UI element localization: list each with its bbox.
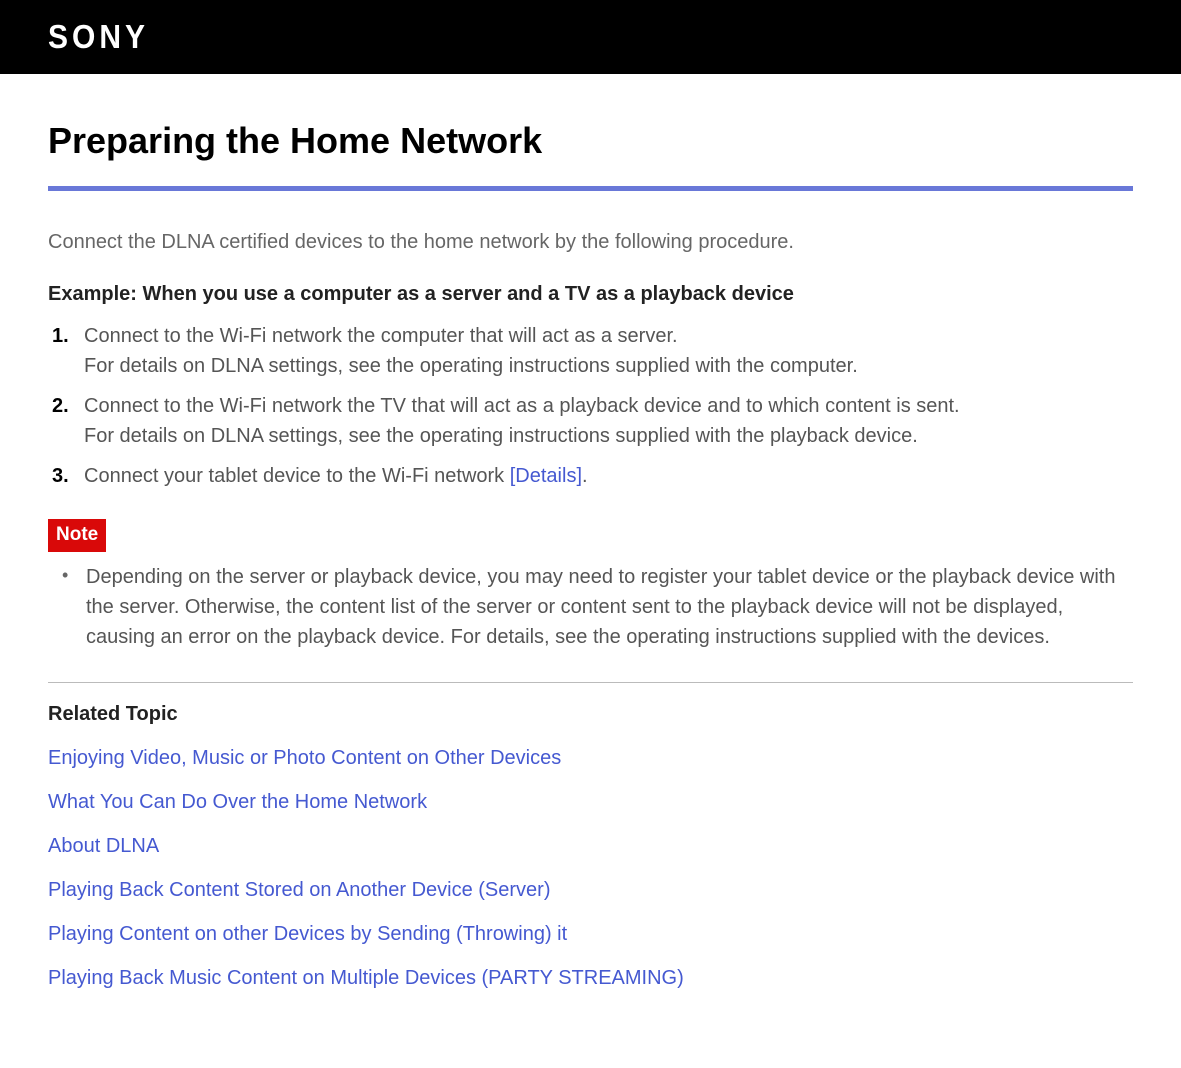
title-rule [48, 186, 1133, 191]
section-rule [48, 682, 1133, 683]
note-badge: Note [48, 519, 106, 552]
note-list: Depending on the server or playback devi… [48, 562, 1133, 652]
step-item: Connect to the Wi-Fi network the compute… [78, 321, 1133, 381]
steps-list: Connect to the Wi-Fi network the compute… [48, 321, 1133, 491]
related-link[interactable]: What You Can Do Over the Home Network [48, 787, 1133, 817]
related-links: Enjoying Video, Music or Photo Content o… [48, 743, 1133, 993]
step-item: Connect to the Wi-Fi network the TV that… [78, 391, 1133, 451]
details-link[interactable]: [Details] [510, 465, 582, 487]
step-text: Connect to the Wi-Fi network the compute… [84, 321, 1133, 351]
intro-text: Connect the DLNA certified devices to th… [48, 227, 1133, 257]
step-text-suffix: . [582, 465, 588, 487]
content-area: Preparing the Home Network Connect the D… [0, 74, 1181, 1067]
note-item: Depending on the server or playback devi… [80, 562, 1133, 652]
example-heading: Example: When you use a computer as a se… [48, 279, 1133, 309]
related-link[interactable]: Playing Back Content Stored on Another D… [48, 875, 1133, 905]
step-text: For details on DLNA settings, see the op… [84, 351, 1133, 381]
related-link[interactable]: Enjoying Video, Music or Photo Content o… [48, 743, 1133, 773]
header-bar: SONY [0, 0, 1181, 74]
related-link[interactable]: Playing Back Music Content on Multiple D… [48, 963, 1133, 993]
related-link[interactable]: About DLNA [48, 831, 1133, 861]
step-text-prefix: Connect your tablet device to the Wi-Fi … [84, 465, 510, 487]
related-topic-heading: Related Topic [48, 699, 1133, 729]
related-link[interactable]: Playing Content on other Devices by Send… [48, 919, 1133, 949]
page-title: Preparing the Home Network [48, 114, 1133, 168]
step-item: Connect your tablet device to the Wi-Fi … [78, 461, 1133, 491]
sony-logo: SONY [48, 12, 149, 62]
step-text: For details on DLNA settings, see the op… [84, 421, 1133, 451]
step-text: Connect to the Wi-Fi network the TV that… [84, 391, 1133, 421]
